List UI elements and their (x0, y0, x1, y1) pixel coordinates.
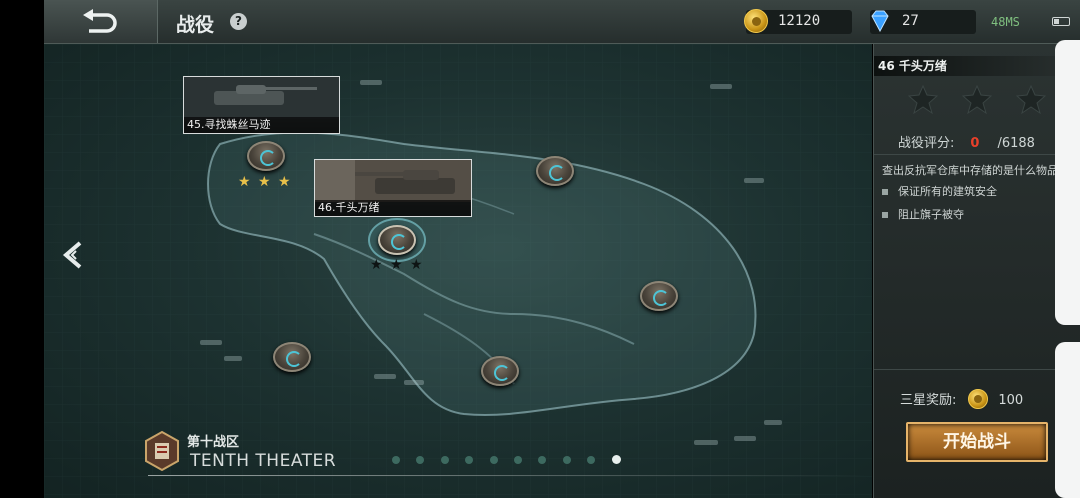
level-node-locked[interactable] (273, 342, 311, 372)
three-star-reward: 三星奖励: 100 (900, 388, 1024, 411)
theater-badge-icon (145, 430, 179, 472)
page-dot[interactable] (392, 456, 400, 464)
star-icon: ★ (410, 257, 423, 273)
theater-name-en: TENTH THEATER (190, 451, 337, 471)
left-edge (0, 0, 44, 498)
divider (874, 369, 1080, 370)
latency-indicator: 48MS (991, 15, 1020, 29)
gold-amount: 12120 (778, 13, 821, 29)
level-node-locked[interactable] (481, 356, 519, 386)
level-title-46: 46.千头万绪 (315, 200, 471, 216)
bullet-icon (882, 189, 888, 195)
empty-star-icon (962, 84, 992, 114)
level-node-46[interactable] (378, 225, 416, 255)
rating-max: /6188 (997, 136, 1035, 151)
level-card-45[interactable]: 45.寻找蛛丝马迹 (183, 76, 340, 134)
help-icon[interactable]: ? (230, 13, 247, 30)
empty-star-icon (908, 84, 938, 114)
rating-score: 0 (970, 136, 980, 151)
empty-star-icon (1016, 84, 1046, 114)
mission-rating: 战役评分: 0/6188 (898, 132, 1035, 151)
diamond-counter: 27 (870, 10, 976, 34)
star-icon: ★ (258, 174, 271, 190)
page-title: 战役 (176, 14, 215, 36)
rating-label: 战役评分: (898, 136, 955, 151)
side-panel-tab[interactable] (1055, 342, 1080, 498)
objective-item: 阻止旗子被夺 (882, 206, 964, 222)
objective-text: 阻止旗子被夺 (898, 208, 964, 221)
mission-title: 46 千头万绪 (874, 56, 1080, 76)
star-icon: ★ (278, 174, 291, 190)
star-icon: ★ (390, 257, 403, 273)
tank-preview-image (315, 160, 471, 202)
reward-label: 三星奖励: (900, 393, 957, 408)
side-panel-tab[interactable] (1055, 40, 1080, 325)
previous-theater-arrow-icon[interactable] (60, 240, 88, 270)
page-dot[interactable] (514, 456, 522, 464)
reward-amount: 100 (998, 393, 1024, 408)
page-dot[interactable] (562, 456, 571, 464)
level-node-locked[interactable] (536, 156, 574, 186)
divider (874, 154, 1080, 155)
page-dot[interactable] (440, 456, 449, 464)
page-dot-active[interactable] (611, 455, 621, 464)
bullet-icon (882, 212, 888, 218)
diamond-amount: 27 (902, 13, 919, 29)
diamond-icon (871, 10, 889, 32)
page-dot[interactable] (489, 456, 498, 464)
gold-coin-icon (968, 388, 989, 409)
objective-text: 保证所有的建筑安全 (898, 185, 997, 198)
theater-name-cn: 第十战区 (187, 435, 240, 450)
theater-underline (148, 475, 868, 476)
objective-item: 保证所有的建筑安全 (882, 183, 997, 199)
top-bar: 战役 ? 12120 27 48MS (44, 0, 1080, 44)
mission-stars (908, 84, 1046, 114)
mission-description: 查出反抗军仓库中存储的是什么物品 (882, 164, 1058, 177)
level-node-45[interactable] (247, 141, 285, 171)
star-icon: ★ (238, 174, 251, 190)
gold-coin-icon (744, 9, 768, 33)
battery-icon (1052, 17, 1070, 26)
back-button[interactable] (44, 0, 158, 43)
level-card-46[interactable]: 46.千头万绪 (314, 159, 472, 217)
star-icon: ★ (370, 257, 383, 273)
level-node-locked[interactable] (640, 281, 678, 311)
back-arrow-icon (82, 8, 117, 33)
tank-preview-image (184, 77, 339, 119)
start-battle-button[interactable]: 开始战斗 (906, 422, 1048, 462)
level-title-45: 45.寻找蛛丝马迹 (184, 117, 339, 133)
gold-counter: 12120 (744, 9, 852, 34)
mission-panel: 46 千头万绪 战役评分: 0/6188 查出反抗军仓库中存储的是什么物品 保证所… (873, 44, 1080, 498)
